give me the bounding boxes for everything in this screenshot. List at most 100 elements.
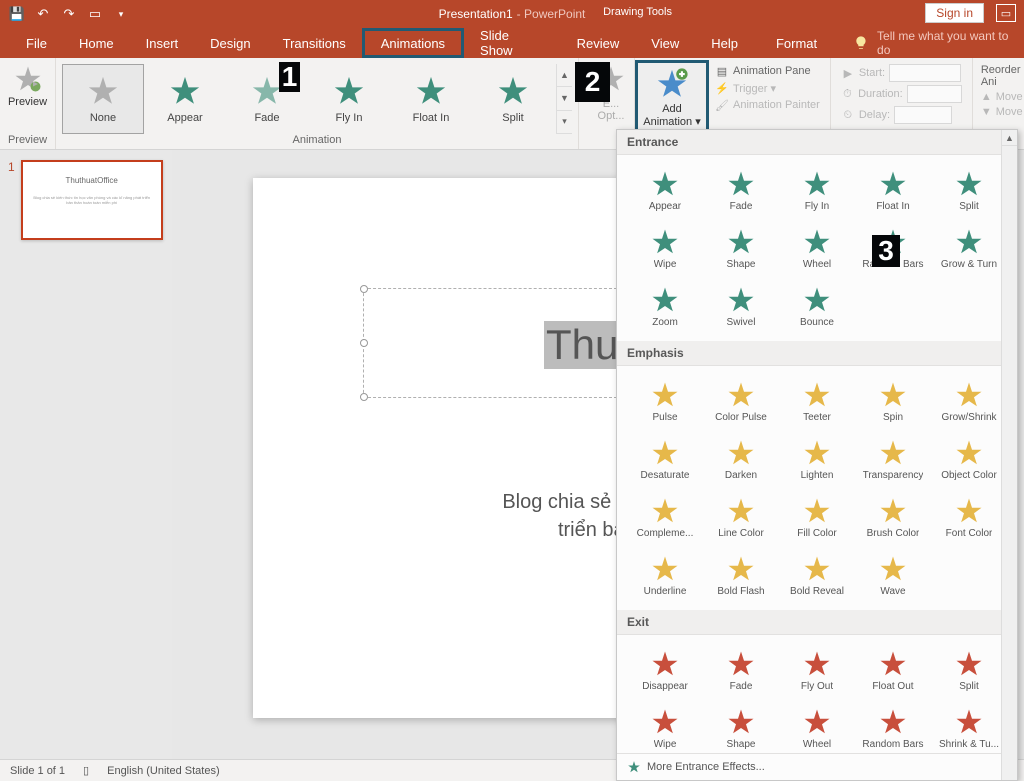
animation-float-in[interactable]: Float In bbox=[390, 64, 472, 134]
thumbnail-1[interactable]: 1 ThuthuatOffice Blog chia sẻ kiến thức … bbox=[8, 160, 164, 240]
effect-fade[interactable]: Fade bbox=[703, 161, 779, 219]
gallery-up-icon[interactable]: ▲ bbox=[557, 64, 572, 87]
star-icon bbox=[954, 227, 984, 257]
tab-review[interactable]: Review bbox=[561, 28, 636, 58]
effect-wipe[interactable]: Wipe bbox=[627, 219, 703, 277]
effect-appear[interactable]: Appear bbox=[627, 161, 703, 219]
undo-icon[interactable]: ↶ bbox=[32, 3, 54, 25]
star-icon bbox=[726, 227, 756, 257]
preview-button[interactable]: Preview bbox=[4, 60, 51, 112]
effect-split[interactable]: Split bbox=[931, 641, 1007, 699]
animation-none[interactable]: None bbox=[62, 64, 144, 134]
resize-handle-icon[interactable] bbox=[360, 285, 368, 293]
effect-float-in[interactable]: Float In bbox=[855, 161, 931, 219]
save-icon[interactable]: 💾 bbox=[6, 3, 28, 25]
tab-animations[interactable]: Animations bbox=[362, 28, 464, 58]
delay-icon: ⏲ bbox=[841, 108, 855, 122]
animation-split[interactable]: Split bbox=[472, 64, 554, 134]
language-status[interactable]: English (United States) bbox=[107, 765, 220, 777]
effect-wipe[interactable]: Wipe bbox=[627, 699, 703, 753]
scroll-up-icon[interactable]: ▲ bbox=[1002, 130, 1017, 146]
effect-spin[interactable]: Spin bbox=[855, 372, 931, 430]
gallery-more-icon[interactable]: ▾ bbox=[557, 111, 572, 134]
effect-desaturate[interactable]: Desaturate bbox=[627, 430, 703, 488]
tab-file[interactable]: File bbox=[10, 28, 63, 58]
delay-input[interactable] bbox=[894, 106, 952, 124]
ribbon-display-options-icon[interactable]: ▭ bbox=[996, 4, 1016, 22]
qat-more-icon[interactable]: ▾ bbox=[110, 3, 132, 25]
effect-grow-shrink[interactable]: Grow/Shrink bbox=[931, 372, 1007, 430]
effect-compleme-[interactable]: Compleme... bbox=[627, 488, 703, 546]
tab-home[interactable]: Home bbox=[63, 28, 130, 58]
tab-format[interactable]: Format bbox=[760, 28, 833, 58]
effect-disappear[interactable]: Disappear bbox=[627, 641, 703, 699]
animation-pane-button[interactable]: ▤Animation Pane bbox=[715, 64, 820, 78]
tell-me-search[interactable]: Tell me what you want to do bbox=[853, 28, 1024, 58]
effect-bold-reveal[interactable]: Bold Reveal bbox=[779, 546, 855, 604]
redo-icon[interactable]: ↷ bbox=[58, 3, 80, 25]
gallery-spinner: ▲ ▼ ▾ bbox=[556, 64, 572, 134]
dropdown-grid: PulseColor Pulse Teeter SpinGrow/Shrink Des… bbox=[617, 366, 1017, 610]
dropdown-section-header: Entrance bbox=[617, 130, 1017, 155]
effect-pulse[interactable]: Pulse bbox=[627, 372, 703, 430]
effect-lighten[interactable]: Lighten bbox=[779, 430, 855, 488]
effect-darken[interactable]: Darken bbox=[703, 430, 779, 488]
effect-fly-out[interactable]: Fly Out bbox=[779, 641, 855, 699]
effect-bounce[interactable]: Bounce bbox=[779, 277, 855, 335]
effect-shape[interactable]: Shape bbox=[703, 219, 779, 277]
animation-fly-in[interactable]: Fly In bbox=[308, 64, 390, 134]
resize-handle-icon[interactable] bbox=[360, 393, 368, 401]
tab-help[interactable]: Help bbox=[695, 28, 754, 58]
star-icon bbox=[726, 285, 756, 315]
effect-float-out[interactable]: Float Out bbox=[855, 641, 931, 699]
move-earlier-button[interactable]: ▲Move Ea bbox=[981, 91, 1024, 103]
effect-shape[interactable]: Shape bbox=[703, 699, 779, 753]
tab-transitions[interactable]: Transitions bbox=[267, 28, 362, 58]
effect-label: Teeter bbox=[803, 412, 831, 423]
effect-line-color[interactable]: Line Color bbox=[703, 488, 779, 546]
effect-wheel[interactable]: Wheel bbox=[779, 219, 855, 277]
animation-appear[interactable]: Appear bbox=[144, 64, 226, 134]
effect-wave[interactable]: Wave bbox=[855, 546, 931, 604]
start-from-beginning-icon[interactable]: ▭ bbox=[84, 3, 106, 25]
effect-grow-turn[interactable]: Grow & Turn bbox=[931, 219, 1007, 277]
star-icon bbox=[802, 496, 832, 526]
effect-bold-flash[interactable]: Bold Flash bbox=[703, 546, 779, 604]
animation-painter-button[interactable]: 🖌Animation Painter bbox=[715, 98, 820, 112]
more-entrance-effects[interactable]: More Entrance Effects... bbox=[617, 753, 1017, 780]
gallery-down-icon[interactable]: ▼ bbox=[557, 87, 572, 110]
trigger-button[interactable]: ⚡Trigger ▾ bbox=[715, 81, 820, 95]
move-later-button[interactable]: ▼Move La bbox=[981, 106, 1024, 118]
effect-fade[interactable]: Fade bbox=[703, 641, 779, 699]
tab-design[interactable]: Design bbox=[194, 28, 266, 58]
effect-color-pulse[interactable]: Color Pulse bbox=[703, 372, 779, 430]
effect-underline[interactable]: Underline bbox=[627, 546, 703, 604]
effect-random-bars[interactable]: Random Bars bbox=[855, 699, 931, 753]
add-animation-button[interactable]: AddAnimation ▾ bbox=[635, 60, 709, 136]
effect-fill-color[interactable]: Fill Color bbox=[779, 488, 855, 546]
effect-font-color[interactable]: Font Color bbox=[931, 488, 1007, 546]
effect-label: Desaturate bbox=[641, 470, 690, 481]
resize-handle-icon[interactable] bbox=[360, 339, 368, 347]
window-title: Presentation1 - PowerPoint bbox=[439, 7, 586, 21]
effect-split[interactable]: Split bbox=[931, 161, 1007, 219]
effect-brush-color[interactable]: Brush Color bbox=[855, 488, 931, 546]
effect-wheel[interactable]: Wheel bbox=[779, 699, 855, 753]
effect-shrink-tu-[interactable]: Shrink & Tu... bbox=[931, 699, 1007, 753]
effect-object-color[interactable]: Object Color bbox=[931, 430, 1007, 488]
duration-input[interactable] bbox=[907, 85, 962, 103]
animation-label: Split bbox=[502, 112, 523, 124]
effect-label: Appear bbox=[649, 201, 681, 212]
effect-fly-in[interactable]: Fly In bbox=[779, 161, 855, 219]
tab-view[interactable]: View bbox=[635, 28, 695, 58]
sign-in-button[interactable]: Sign in bbox=[925, 3, 984, 23]
tab-slide-show[interactable]: Slide Show bbox=[464, 28, 561, 58]
effect-swivel[interactable]: Swivel bbox=[703, 277, 779, 335]
effect-transparency[interactable]: Transparency bbox=[855, 430, 931, 488]
effect-zoom[interactable]: Zoom bbox=[627, 277, 703, 335]
start-dropdown[interactable] bbox=[889, 64, 961, 82]
tab-insert[interactable]: Insert bbox=[130, 28, 195, 58]
star-icon bbox=[878, 380, 908, 410]
spellcheck-icon[interactable]: ▯ bbox=[83, 764, 89, 777]
effect-teeter[interactable]: Teeter bbox=[779, 372, 855, 430]
